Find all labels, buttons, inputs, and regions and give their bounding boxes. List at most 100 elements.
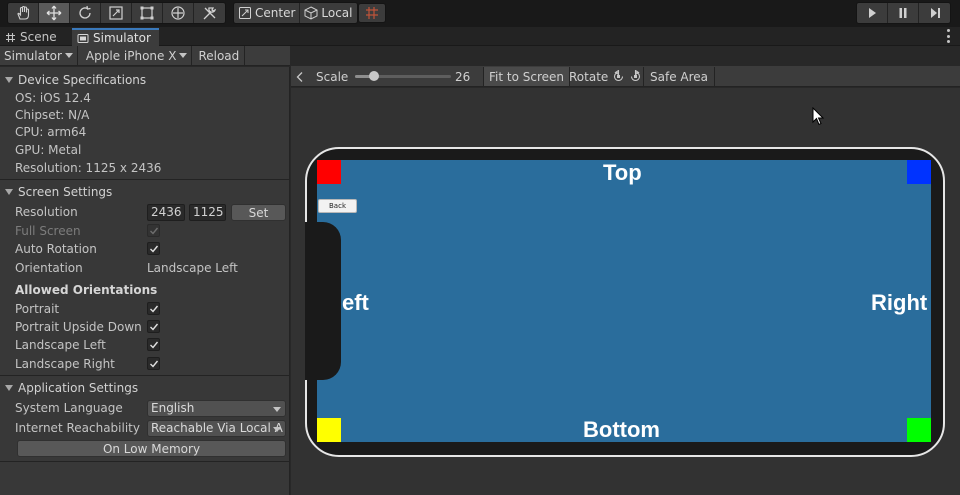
window-tab-bar: Scene Simulator [0, 27, 960, 46]
landscape-right-checkbox[interactable] [147, 357, 160, 370]
kebab-dot-icon [946, 29, 950, 32]
rotate-left-icon[interactable] [612, 70, 625, 83]
transform-tool-button[interactable] [163, 3, 194, 23]
scene-hash-icon [6, 32, 15, 42]
portrait-upside-down-label: Portrait Upside Down [15, 320, 142, 334]
portrait-checkbox[interactable] [147, 302, 160, 315]
resolution-label: Resolution [15, 205, 78, 219]
auto-rotation-checkbox[interactable] [147, 242, 160, 255]
scale-label: Scale [316, 69, 349, 84]
safe-area-toggle[interactable]: Safe Area [643, 67, 716, 86]
move-tool-button[interactable] [39, 3, 70, 23]
internet-reachability-value: Reachable Via Local A [151, 421, 283, 435]
screen-top-label: Top [603, 160, 642, 185]
set-resolution-button[interactable]: Set [231, 204, 286, 221]
grid-snap-icon [366, 7, 378, 19]
resolution-height-field[interactable]: 1125 [189, 204, 226, 221]
device-notch [305, 222, 341, 380]
device-specs-header[interactable]: Device Specifications [0, 69, 290, 91]
pause-button[interactable] [888, 3, 919, 23]
auto-rotation-label: Auto Rotation [15, 242, 97, 256]
system-language-label: System Language [15, 401, 123, 415]
resolution-width-field[interactable]: 2436 [147, 204, 185, 221]
kebab-dot-icon [946, 34, 950, 38]
screen-settings-header[interactable]: Screen Settings [0, 181, 290, 203]
fit-to-screen-button[interactable]: Fit to Screen [483, 67, 570, 86]
pause-icon [899, 8, 907, 18]
full-screen-checkbox[interactable] [147, 224, 160, 237]
device-specs-title: Device Specifications [18, 73, 147, 87]
tab-options-menu[interactable] [946, 29, 950, 43]
custom-tool-icon [203, 7, 216, 20]
collapse-panel-button[interactable] [295, 68, 305, 85]
orientation-label: Orientation [15, 261, 83, 275]
spec-gpu: GPU: Metal [15, 143, 82, 157]
simulator-icon [77, 33, 89, 43]
pivot-center-label: Center [255, 6, 296, 20]
pivot-center-button[interactable]: Center [234, 3, 301, 23]
chevron-down-icon [273, 427, 281, 432]
foldout-arrow-icon [5, 385, 13, 391]
rect-tool-button[interactable] [132, 3, 163, 23]
scale-slider[interactable] [355, 71, 451, 81]
top-right-corner-marker [907, 160, 931, 184]
rotate-right-icon[interactable] [629, 70, 642, 83]
chevron-left-icon [296, 71, 303, 82]
transform-tools [7, 2, 226, 24]
tab-scene[interactable]: Scene [0, 28, 65, 46]
grid-snapping-button[interactable] [358, 3, 386, 23]
step-icon [930, 8, 940, 18]
fit-to-screen-label: Fit to Screen [489, 69, 564, 84]
reload-label: Reload [198, 48, 240, 63]
chevron-down-icon [273, 407, 281, 412]
section-divider [0, 179, 290, 180]
rect-transform-icon [140, 6, 154, 20]
portrait-label: Portrait [15, 302, 60, 316]
pivot-tools: Center Local [233, 2, 358, 24]
rotate-tool-button[interactable] [70, 3, 101, 23]
section-divider [0, 461, 290, 462]
rotate-control: Rotate [569, 68, 642, 85]
portrait-upside-down-checkbox[interactable] [147, 320, 160, 333]
on-low-memory-button[interactable]: On Low Memory [17, 440, 286, 457]
device-dropdown[interactable]: Apple iPhone X [78, 46, 193, 65]
reload-button[interactable]: Reload [192, 46, 246, 65]
screen-bottom-label: Bottom [583, 417, 660, 442]
tab-simulator-label: Simulator [93, 31, 151, 45]
tab-scene-label: Scene [20, 30, 57, 44]
custom-tool-button[interactable] [194, 3, 225, 23]
screen-left-label: eft [342, 290, 369, 315]
spec-resolution: Resolution: 1125 x 2436 [15, 161, 162, 175]
internet-reachability-dropdown[interactable]: Reachable Via Local A [147, 420, 286, 437]
scale-value: 26 [455, 69, 471, 84]
chevron-down-icon [64, 53, 73, 58]
safe-area-label: Safe Area [650, 69, 709, 84]
device-screen[interactable] [317, 160, 931, 442]
checkmark-icon [149, 245, 158, 253]
pivot-local-button[interactable]: Local [300, 3, 356, 23]
hand-tool-button[interactable] [8, 3, 39, 23]
main-toolbar: Center Local [0, 0, 960, 27]
back-button[interactable]: Back [318, 199, 357, 213]
scale-icon [109, 6, 123, 20]
internet-reachability-label: Internet Reachability [15, 421, 140, 435]
spec-os: OS: iOS 12.4 [15, 91, 91, 105]
chevron-down-icon [179, 53, 188, 58]
play-button[interactable] [857, 3, 888, 23]
top-left-corner-marker [317, 160, 341, 184]
allowed-orientations-title: Allowed Orientations [15, 283, 158, 297]
simulator-subbar: Simulator Apple iPhone X Reload [0, 46, 290, 66]
system-language-dropdown[interactable]: English [147, 400, 286, 417]
landscape-left-checkbox[interactable] [147, 338, 160, 351]
rotate-icon [79, 5, 91, 19]
mouse-cursor-icon [812, 107, 825, 126]
bottom-left-corner-marker [317, 418, 341, 442]
app-settings-header[interactable]: Application Settings [0, 377, 290, 399]
scale-tool-button[interactable] [101, 3, 132, 23]
mode-dropdown[interactable]: Simulator [0, 46, 78, 65]
system-language-value: English [151, 401, 195, 415]
step-button[interactable] [919, 3, 950, 23]
transform-icon [171, 6, 185, 20]
checkmark-icon [149, 323, 158, 331]
tab-simulator[interactable]: Simulator [72, 28, 159, 46]
